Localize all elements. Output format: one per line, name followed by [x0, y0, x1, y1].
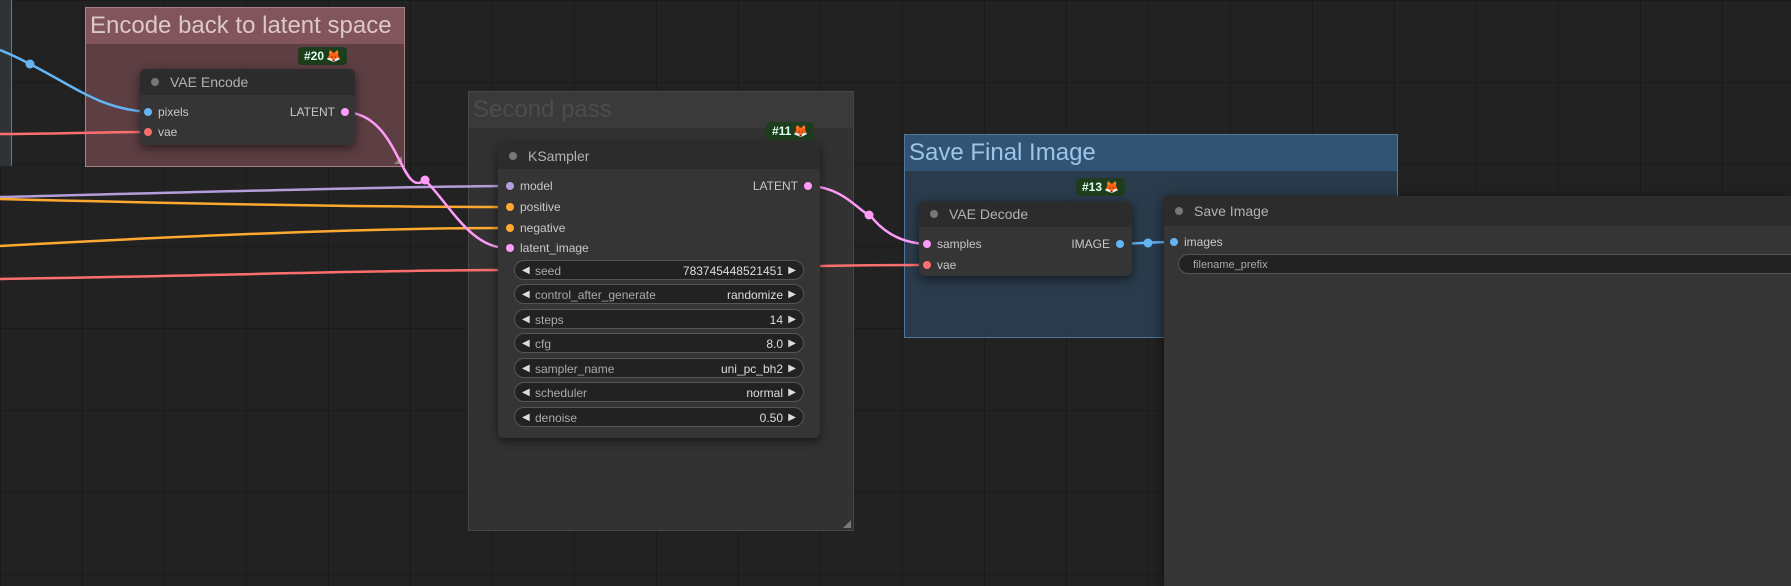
input-slot-samples[interactable]: samples [923, 235, 982, 253]
image-link-to-pixels[interactable] [0, 48, 148, 114]
vae-link-to-vae-decode[interactable] [819, 263, 927, 268]
node-vae-encode[interactable]: VAE Encode pixels vae LATENT [140, 69, 355, 145]
vae-link-to-vae-encode[interactable] [0, 130, 148, 136]
node-title: Save Image [1194, 203, 1269, 219]
input-slot-images[interactable]: images [1170, 233, 1223, 251]
model-link[interactable] [0, 184, 507, 199]
decrement-arrow-icon[interactable]: ◀ [522, 359, 530, 379]
decrement-arrow-icon[interactable]: ◀ [522, 310, 530, 330]
slot-dot-icon[interactable] [1170, 238, 1178, 246]
increment-arrow-icon[interactable]: ▶ [788, 359, 796, 379]
slot-dot-icon[interactable] [923, 240, 931, 248]
link-midpoint[interactable] [1143, 238, 1153, 248]
node-graph-canvas[interactable]: Encode back to latent space Second pass … [0, 0, 1791, 586]
node-id-badge: #11 🦊 [766, 122, 815, 140]
slot-dot-icon[interactable] [144, 128, 152, 136]
slot-dot-icon[interactable] [1116, 240, 1124, 248]
widget-scheduler[interactable]: ◀ scheduler normal ▶ [514, 382, 804, 402]
input-slot-pixels[interactable]: pixels [144, 103, 189, 121]
decrement-arrow-icon[interactable]: ◀ [522, 383, 530, 403]
fox-icon: 🦊 [793, 124, 809, 138]
node-id-badge: #20 🦊 [298, 47, 347, 65]
link-midpoint[interactable] [420, 175, 430, 185]
node-header[interactable]: Save Image [1164, 196, 1791, 226]
node-vae-decode[interactable]: VAE Decode samples vae IMAGE [919, 201, 1132, 276]
increment-arrow-icon[interactable]: ▶ [788, 261, 796, 281]
decrement-arrow-icon[interactable]: ◀ [522, 408, 530, 428]
node-id-badge: #13 🦊 [1076, 178, 1125, 196]
increment-arrow-icon[interactable]: ▶ [788, 285, 796, 305]
node-title: VAE Encode [170, 74, 249, 90]
slot-dot-icon[interactable] [341, 108, 349, 116]
widget-sampler-name[interactable]: ◀ sampler_name uni_pc_bh2 ▶ [514, 358, 804, 378]
output-slot-latent[interactable]: LATENT [290, 103, 349, 121]
input-slot-negative[interactable]: negative [506, 219, 565, 237]
decrement-arrow-icon[interactable]: ◀ [522, 334, 530, 354]
collapse-dot-icon[interactable] [509, 152, 517, 160]
input-slot-model[interactable]: model [506, 177, 553, 195]
node-ksampler[interactable]: KSampler model positive negative latent_… [498, 143, 820, 438]
node-header[interactable]: VAE Encode [140, 69, 355, 95]
negative-link[interactable] [0, 226, 507, 248]
vae-link-left[interactable] [0, 268, 507, 281]
node-save-image[interactable]: Save Image images filename_prefix [1164, 196, 1791, 586]
link-midpoint[interactable] [864, 210, 874, 220]
increment-arrow-icon[interactable]: ▶ [788, 408, 796, 428]
slot-dot-icon[interactable] [923, 261, 931, 269]
slot-dot-icon[interactable] [506, 182, 514, 190]
increment-arrow-icon[interactable]: ▶ [788, 310, 796, 330]
fox-icon: 🦊 [1104, 180, 1119, 194]
widget-control-after-generate[interactable]: ◀ control_after_generate randomize ▶ [514, 284, 804, 304]
input-slot-positive[interactable]: positive [506, 198, 561, 216]
slot-dot-icon[interactable] [506, 244, 514, 252]
input-slot-vae[interactable]: vae [144, 123, 177, 141]
node-title: KSampler [528, 148, 590, 164]
output-slot-image[interactable]: IMAGE [1071, 235, 1124, 253]
fox-icon: 🦊 [326, 49, 341, 63]
widget-cfg[interactable]: ◀ cfg 8.0 ▶ [514, 333, 804, 353]
increment-arrow-icon[interactable]: ▶ [788, 334, 796, 354]
increment-arrow-icon[interactable]: ▶ [788, 383, 796, 403]
slot-dot-icon[interactable] [804, 182, 812, 190]
filename-prefix-input[interactable]: filename_prefix [1178, 254, 1791, 274]
collapse-dot-icon[interactable] [1175, 207, 1183, 215]
link-midpoint[interactable] [25, 59, 35, 69]
collapse-dot-icon[interactable] [151, 78, 159, 86]
slot-dot-icon[interactable] [144, 108, 152, 116]
positive-link[interactable] [0, 197, 507, 209]
slot-dot-icon[interactable] [506, 224, 514, 232]
decrement-arrow-icon[interactable]: ◀ [522, 285, 530, 305]
collapse-dot-icon[interactable] [930, 210, 938, 218]
widget-seed[interactable]: ◀ seed 783745448521451 ▶ [514, 260, 804, 280]
slot-dot-icon[interactable] [506, 203, 514, 211]
node-header[interactable]: KSampler [498, 143, 820, 169]
output-slot-latent[interactable]: LATENT [753, 177, 812, 195]
widget-steps[interactable]: ◀ steps 14 ▶ [514, 309, 804, 329]
node-header[interactable]: VAE Decode [919, 201, 1132, 227]
input-slot-latent-image[interactable]: latent_image [506, 239, 589, 257]
widget-denoise[interactable]: ◀ denoise 0.50 ▶ [514, 407, 804, 427]
input-slot-vae[interactable]: vae [923, 256, 956, 274]
decrement-arrow-icon[interactable]: ◀ [522, 261, 530, 281]
node-title: VAE Decode [949, 206, 1029, 222]
